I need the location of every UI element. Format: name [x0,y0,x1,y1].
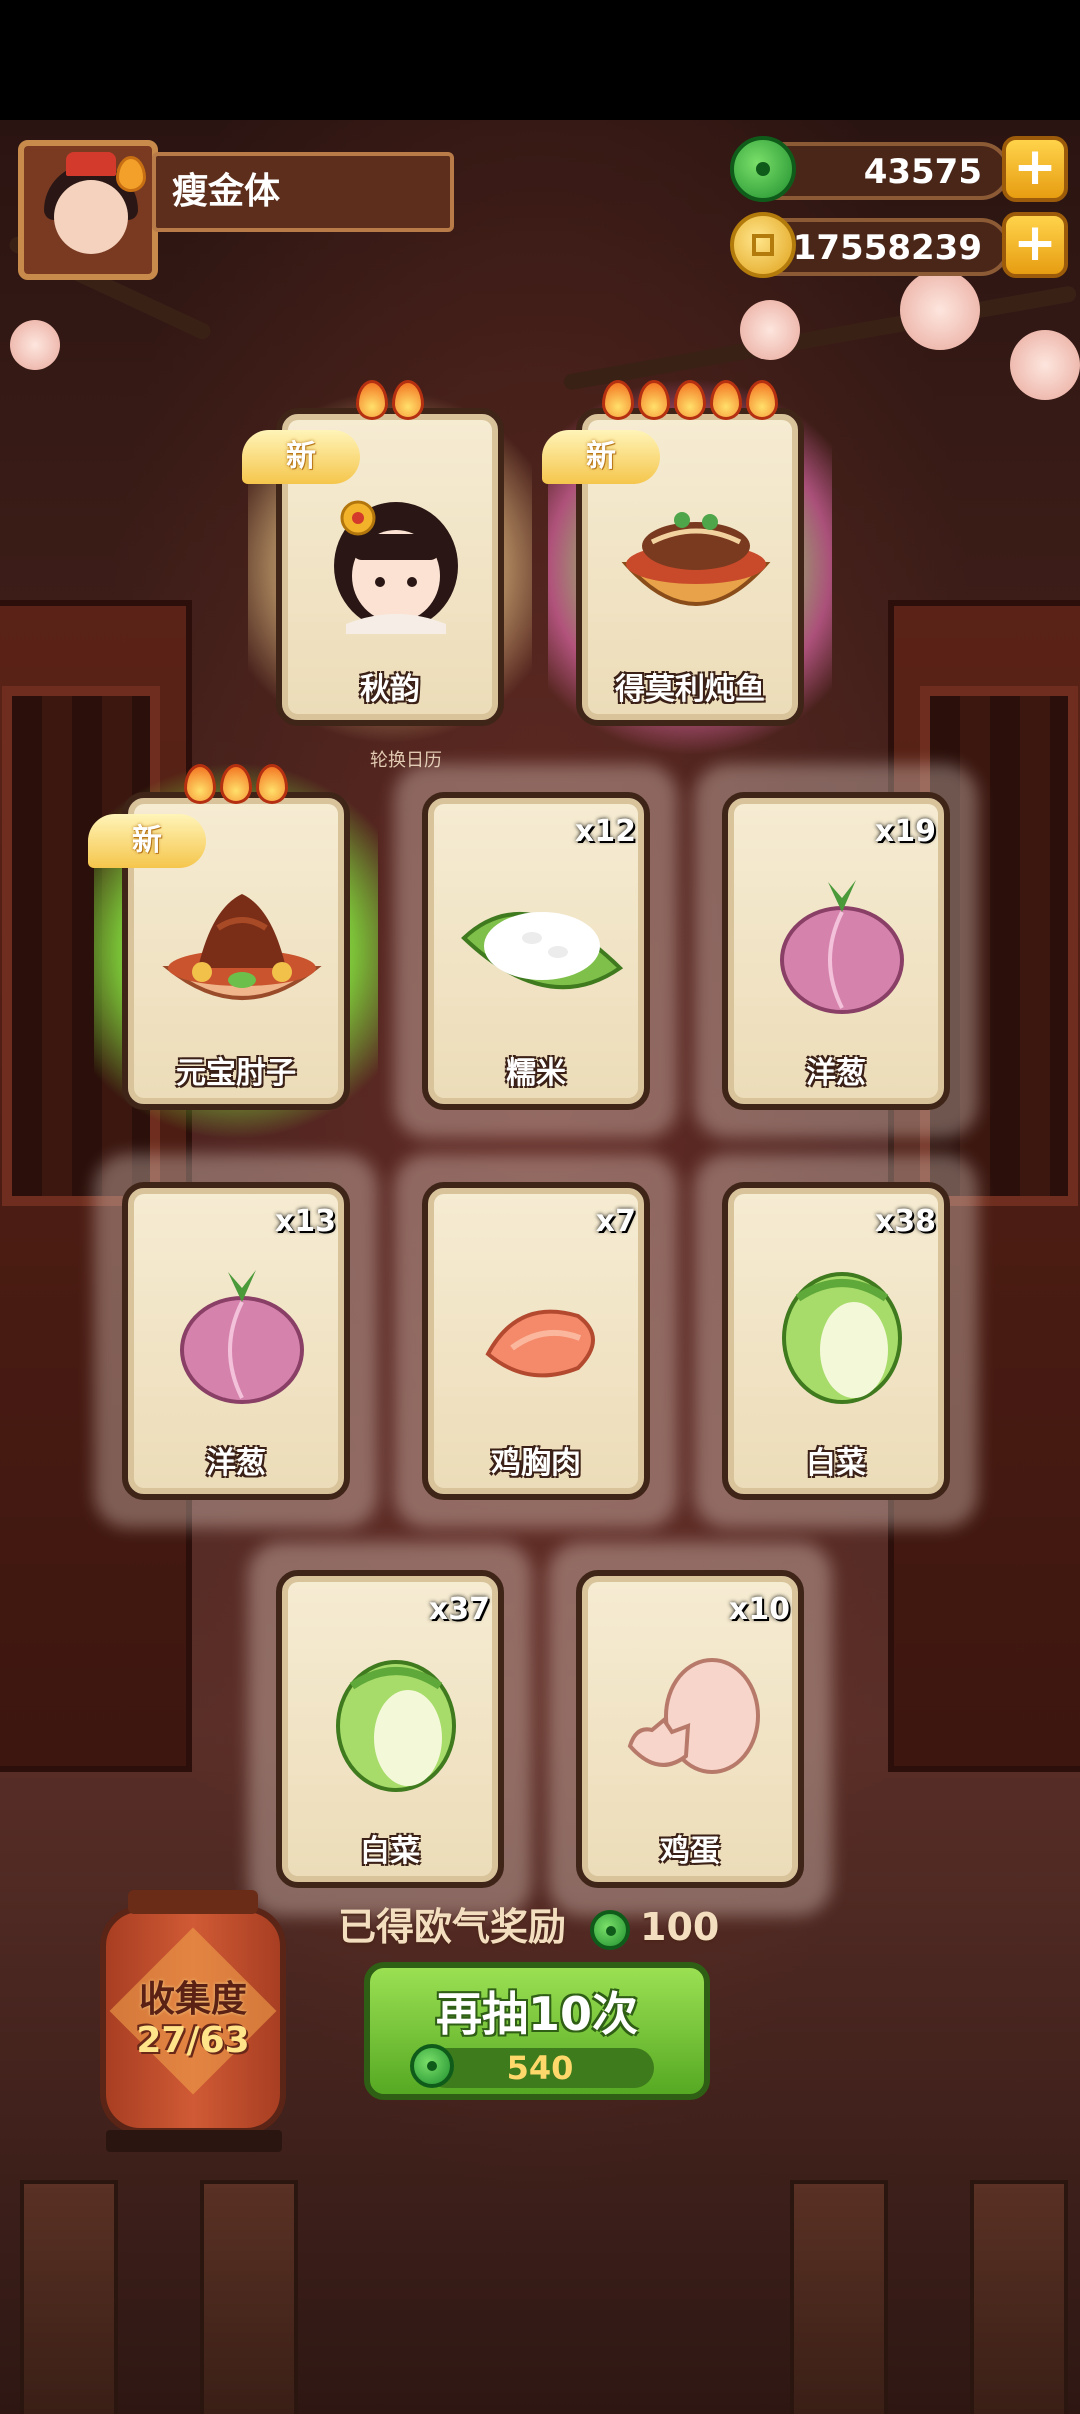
player-avatar[interactable] [18,140,158,280]
redraw-10-button[interactable]: 再抽10次 540 [364,1962,710,2100]
redraw-label: 再抽10次 [435,1987,638,2041]
luck-reward-amount: 100 [640,1905,720,1949]
cabbage-icon [782,1272,902,1404]
rarity-flames [276,380,504,424]
luck-reward-line: 已得欧气奖励 100 [338,1902,719,1952]
blossom-flower [1010,330,1080,400]
card-name: 元宝肘子 [176,1056,296,1091]
fence-post [790,2180,888,2414]
onion-icon [780,880,904,1014]
card-name: 秋韵 [360,672,420,707]
collection-progress-button[interactable]: 收集度 27/63 [100,1890,286,2134]
status-bar [0,0,1080,120]
fence-post [200,2180,298,2414]
add-jade-button[interactable]: + [1002,136,1068,202]
card-quantity: x12 [574,814,636,849]
jade-amount: 43575 [863,152,982,192]
fish-stew-icon [621,512,771,606]
rarity-flames [576,380,804,424]
card-name: 洋葱 [206,1446,266,1481]
player-name: 瘦金体 [152,152,454,232]
jade-icon [590,1909,631,1950]
new-badge: 新 [88,814,206,868]
pork-knuckle-icon [162,894,322,1000]
blossom-flower [10,320,60,370]
blossom-flower [900,270,980,350]
coin-currency: 17558239 [730,212,1010,278]
coin-icon [730,212,796,278]
card-name: 洋葱 [806,1056,866,1091]
collection-progress: 27/63 [136,2020,250,2061]
card-item[interactable]: x12 糯米 [394,764,678,1138]
card-item[interactable]: 新 元宝肘子 [88,764,378,1138]
card-quantity: x19 [874,814,936,849]
coin-amount: 17558239 [792,228,982,268]
jade-icon [730,136,796,202]
card-name: 鸡胸肉 [491,1446,581,1481]
rarity-flames [122,764,350,808]
collection-label: 收集度 [138,1979,247,2020]
card-quantity: x38 [874,1204,936,1239]
blossom-branch [562,284,1078,392]
card-name: 白菜 [360,1834,420,1869]
card-item[interactable]: x10 鸡蛋 [548,1542,832,1916]
new-badge: 新 [242,430,360,484]
card-name: 鸡蛋 [660,1834,720,1869]
jade-currency: 43575 [730,136,1010,202]
redraw-cost: 540 [410,2044,654,2088]
flame-badge-icon [116,156,146,192]
card-item[interactable]: 新 秋韵 [242,380,532,754]
fence-post [20,2180,118,2414]
card-quantity: x7 [595,1204,636,1239]
card-item[interactable]: 新 得莫利炖鱼 [542,380,832,754]
card-item[interactable]: x19 洋葱 [694,764,978,1138]
qiuyun-portrait-icon [334,500,458,634]
add-coins-button[interactable]: + [1002,212,1068,278]
blossom-flower [740,300,800,360]
egg-icon [627,1658,760,1774]
lantern-stand [106,2130,282,2152]
card-name: 得莫利炖鱼 [615,672,765,707]
redraw-cost-amount: 540 [506,2049,574,2087]
card-item[interactable]: x13 洋葱 [94,1154,378,1528]
cabbage-icon [336,1660,456,1792]
chicken-breast-icon [485,1309,595,1378]
fence-post [970,2180,1068,2414]
onion-icon [180,1270,304,1404]
card-quantity: x10 [728,1592,790,1627]
card-name: 白菜 [806,1446,866,1481]
card-item[interactable]: x38 白菜 [694,1154,978,1528]
card-quantity: x13 [274,1204,336,1239]
card-item[interactable]: x7 鸡胸肉 [394,1154,678,1528]
luck-reward-label: 已得欧气奖励 [338,1905,567,1949]
card-quantity: x37 [428,1592,490,1627]
new-badge: 新 [542,430,660,484]
card-name: 糯米 [506,1056,566,1091]
rice-icon [461,912,624,990]
card-item[interactable]: x37 白菜 [248,1542,532,1916]
